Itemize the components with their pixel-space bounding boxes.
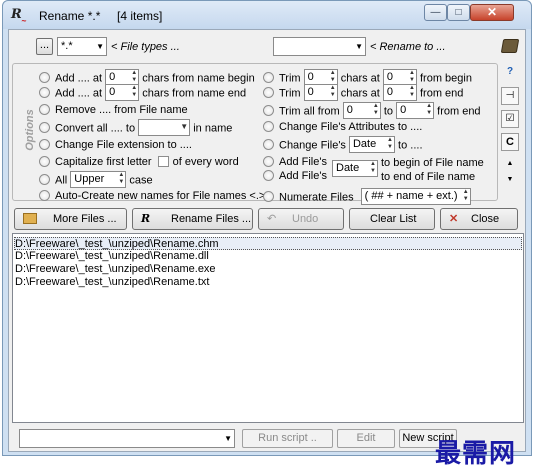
option-convert-all[interactable]: Convert all .... to ▼ in name bbox=[39, 119, 232, 136]
maximize-button[interactable]: □ bbox=[447, 4, 470, 21]
minimize-button[interactable]: — bbox=[424, 4, 447, 21]
chevron-down-icon: ▼ bbox=[96, 42, 104, 51]
add-end-spin[interactable]: 0 ▲ ▼ bbox=[105, 84, 140, 101]
window-title: Rename *.* bbox=[39, 9, 101, 23]
list-item[interactable]: D:\Freeware\_test_\unziped\Rename.dll bbox=[15, 250, 209, 263]
radio-button[interactable] bbox=[39, 103, 50, 115]
client-area: ... *.* ▼ < File types ... ▼ < Rename to… bbox=[8, 29, 526, 469]
case-spin[interactable]: Upper ▲ ▼ bbox=[70, 171, 127, 188]
radio-button[interactable] bbox=[263, 72, 274, 83]
close-button[interactable]: ✕ Close bbox=[440, 208, 518, 230]
option-change-attributes[interactable]: Change File's Attributes to .... bbox=[263, 120, 422, 136]
radio-button[interactable] bbox=[263, 191, 274, 202]
file-types-combo[interactable]: *.* ▼ bbox=[57, 37, 107, 56]
more-files-button[interactable]: More Files ... bbox=[14, 208, 127, 230]
option-change-date[interactable]: Change File's Date ▲ ▼ to .... bbox=[263, 136, 423, 153]
script-combo[interactable]: ▼ bbox=[19, 429, 235, 448]
clear-list-button[interactable]: Clear List bbox=[349, 208, 435, 230]
radio-button[interactable] bbox=[39, 87, 50, 98]
radio-button[interactable] bbox=[39, 174, 50, 185]
option-remove[interactable]: Remove .... from File name bbox=[39, 103, 188, 119]
close-x-icon: ✕ bbox=[449, 213, 459, 225]
convert-to-combo[interactable]: ▼ bbox=[138, 119, 191, 136]
chevron-down-icon: ▼ bbox=[355, 42, 363, 51]
option-add-date-end[interactable]: Add File's bbox=[263, 169, 327, 185]
browse-button[interactable]: ... bbox=[36, 38, 53, 55]
chevron-down-icon: ▼ bbox=[224, 434, 232, 443]
option-auto-create[interactable]: Auto-Create new names for File names <.> bbox=[39, 189, 265, 205]
list-item[interactable]: D:\Freeware\_test_\unziped\Rename.txt bbox=[15, 276, 209, 289]
radio-button[interactable] bbox=[263, 169, 274, 181]
undo-button[interactable]: ↶ Undo bbox=[258, 208, 344, 230]
radio-button[interactable] bbox=[263, 120, 274, 132]
trim-end-spin-1[interactable]: 0 ▲ ▼ bbox=[303, 84, 338, 101]
add-date-spin[interactable]: Date ▲ ▼ bbox=[332, 160, 378, 177]
help-icon[interactable]: ? bbox=[501, 64, 519, 82]
main-window: R ~ Rename *.* [4 items] — □ ✕ ... *.* ▼ … bbox=[2, 0, 532, 469]
rename-icon: R bbox=[141, 212, 151, 225]
rename-files-button[interactable]: R Rename Files ... bbox=[132, 208, 253, 230]
radio-button[interactable] bbox=[39, 189, 50, 201]
watermark-text: 最需网 bbox=[435, 439, 517, 469]
radio-button[interactable] bbox=[263, 155, 274, 167]
window-item-count: [4 items] bbox=[117, 9, 163, 23]
rename-to-hint: < Rename to ... bbox=[370, 41, 446, 53]
radio-button[interactable] bbox=[39, 155, 50, 167]
options-group: Options Add .... at 0 ▲ ▼ chars from name … bbox=[12, 63, 498, 205]
radio-button[interactable] bbox=[39, 138, 50, 150]
option-trim-end[interactable]: Trim 0 ▲ ▼ chars at 0 ▲ ▼ from end bbox=[263, 84, 463, 101]
radio-button[interactable] bbox=[39, 122, 50, 133]
option-trim-all[interactable]: Trim all from 0 ▲ ▼ to 0 ▲ ▼ from end bbox=[263, 102, 481, 119]
rename-to-combo[interactable]: ▼ bbox=[273, 37, 366, 56]
file-list[interactable]: D:\Freeware\_test_\unziped\Rename.chm D:… bbox=[12, 233, 524, 423]
trim-all-spin-2[interactable]: 0 ▲ ▼ bbox=[396, 102, 435, 119]
option-trim-begin[interactable]: Trim 0 ▲ ▼ chars at 0 ▲ ▼ from begin bbox=[263, 69, 472, 86]
c-icon[interactable]: C bbox=[501, 133, 519, 151]
checklist-icon[interactable]: ☑ bbox=[501, 110, 519, 128]
radio-button[interactable] bbox=[263, 139, 274, 150]
numerate-format-spin[interactable]: ( ## + name + ext.) ▲ ▼ bbox=[360, 188, 471, 205]
option-all-case[interactable]: All Upper ▲ ▼ case bbox=[39, 171, 153, 188]
folder-add-icon bbox=[23, 213, 37, 224]
option-add-at-begin[interactable]: Add .... at 0 ▲ ▼ chars from name begin bbox=[39, 69, 255, 86]
app-rename-icon: R ~ bbox=[11, 7, 27, 25]
trim-end-spin-2[interactable]: 0 ▲ ▼ bbox=[382, 84, 417, 101]
options-group-label: Options bbox=[23, 107, 36, 153]
title-bar: R ~ Rename *.* [4 items] — □ ✕ bbox=[3, 1, 531, 29]
option-numerate[interactable]: Numerate Files ( ## + name + ext.) ▲ ▼ bbox=[263, 188, 471, 205]
run-script-button[interactable]: Run script .. bbox=[242, 429, 333, 448]
file-types-value: *.* bbox=[61, 40, 73, 52]
file-types-hint: < File types ... bbox=[111, 41, 180, 53]
option-capitalize[interactable]: Capitalize first letter of every word bbox=[39, 155, 239, 171]
book-icon[interactable] bbox=[500, 39, 520, 53]
list-item[interactable]: D:\Freeware\_test_\unziped\Rename.chm bbox=[14, 237, 522, 250]
list-item[interactable]: D:\Freeware\_test_\unziped\Rename.exe bbox=[15, 263, 216, 276]
every-word-checkbox[interactable] bbox=[157, 155, 169, 167]
trim-all-spin-1[interactable]: 0 ▲ ▼ bbox=[342, 102, 381, 119]
radio-button[interactable] bbox=[263, 105, 274, 116]
change-date-spin[interactable]: Date ▲ ▼ bbox=[348, 136, 395, 153]
radio-button[interactable] bbox=[39, 72, 50, 83]
pin-icon[interactable]: ⊣ bbox=[501, 87, 519, 105]
edit-script-button[interactable]: Edit bbox=[337, 429, 395, 448]
add-date-end-label: to end of File name bbox=[381, 171, 476, 183]
undo-icon: ↶ bbox=[267, 213, 277, 225]
scroll-down-icon[interactable]: ▼ bbox=[501, 172, 519, 190]
option-change-extension[interactable]: Change File extension to .... bbox=[39, 138, 192, 154]
radio-button[interactable] bbox=[263, 87, 274, 98]
option-add-at-end[interactable]: Add .... at 0 ▲ ▼ chars from name end bbox=[39, 84, 246, 101]
close-window-button[interactable]: ✕ bbox=[470, 4, 514, 21]
